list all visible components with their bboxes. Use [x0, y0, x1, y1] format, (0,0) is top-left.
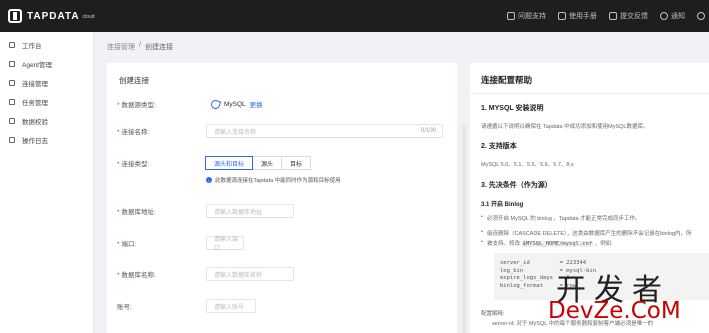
brand-name: TAPDATA [27, 10, 80, 22]
log-icon [9, 136, 15, 143]
breadcrumb-parent[interactable]: 连接管理 [107, 42, 135, 52]
conn-name-label: * 连接名称: [117, 129, 150, 136]
host-label: * 数据库地址: [117, 209, 156, 216]
manual-button[interactable]: 使用手册 [558, 11, 597, 21]
feedback-label: 提交反馈 [620, 13, 648, 20]
conn-type-row: * 连接类型: 源头和目标 源头 目标 [107, 156, 457, 170]
conn-type-note-text: 此数据源连接在Tapdata 中能同时作为源和目标使用 [215, 178, 341, 184]
dbname-input[interactable]: 请输入数据库名称 [206, 267, 294, 281]
help-support-label: 问题支持 [518, 13, 546, 20]
help-divider [470, 93, 709, 94]
question-icon [507, 12, 515, 20]
brand-logo[interactable]: TAPDATA cloud [8, 9, 95, 23]
info-icon: i [206, 177, 212, 183]
help-config-title: 配置解释: [481, 311, 505, 317]
host-placeholder: 请输入数据库地址 [214, 209, 263, 216]
help-versions-text: MySQL 5.0、5.1、5.5、5.6、5.7、8.x [481, 162, 574, 168]
tapdata-logo-icon [8, 9, 22, 23]
help-section-prereq: 3. 先决条件（作为源） [481, 182, 552, 189]
host-input[interactable]: 请输入数据库地址 [206, 204, 294, 218]
breadcrumb-separator: / [139, 42, 141, 49]
conn-name-input[interactable]: 请输入连接名称 0/100 [206, 124, 443, 138]
help-title: 连接配置帮助 [481, 75, 533, 85]
account-placeholder: 请输入账号 [214, 304, 245, 311]
manual-label: 使用手册 [569, 13, 597, 20]
sidebar-item-label: 工作台 [22, 42, 42, 50]
dbname-label: * 数据库名称: [117, 272, 156, 279]
help-bullet-cascade-cont: 被支持。修改 $MYSQL_HOME/mysql.cnf ，例如: [481, 239, 613, 247]
notification-button[interactable]: 通知 [660, 11, 685, 21]
dbname-placeholder: 请输入数据库名称 [214, 272, 263, 279]
sidebar-item-label: 操作日志 [22, 137, 48, 145]
account-row: 账号: 请输入账号 [107, 299, 457, 313]
conn-name-placeholder: 请输入连接名称 [214, 129, 257, 136]
task-icon [9, 98, 15, 105]
watermark-bottom: DevZe.CoM [548, 298, 681, 324]
dbname-row: * 数据库名称: 请输入数据库名称 [107, 267, 457, 281]
workbench-icon [9, 41, 15, 48]
feedback-button[interactable]: 提交反馈 [609, 11, 648, 21]
top-bar: TAPDATA cloud 问题支持 使用手册 提交反馈 通知 [0, 0, 709, 32]
bell-icon [660, 12, 668, 20]
sidebar-item-workbench[interactable]: 工作台 [0, 35, 93, 54]
conn-type-label: * 连接类型: [117, 161, 150, 168]
sidebar: 工作台 Agent管理 连接管理 任务管理 数据校验 操作日志 [0, 32, 94, 333]
conn-type-source-target[interactable]: 源头和目标 [205, 156, 254, 170]
sidebar-item-logs[interactable]: 操作日志 [0, 130, 93, 149]
account-label: 账号: [117, 304, 132, 311]
form-scrollbar[interactable] [462, 125, 466, 333]
conn-type-note: i 此数据源连接在Tapdata 中能同时作为源和目标使用 [206, 176, 341, 184]
feedback-icon [609, 12, 617, 20]
change-db-type-link[interactable]: 更换 [250, 99, 263, 109]
agent-icon [9, 60, 15, 67]
help-support-button[interactable]: 问题支持 [507, 11, 546, 21]
breadcrumb-current: 创建连接 [144, 44, 173, 51]
top-actions: 问题支持 使用手册 提交反馈 通知 [507, 0, 705, 32]
conn-type-target[interactable]: 目标 [281, 156, 312, 170]
notification-label: 通知 [671, 13, 685, 20]
mysql-conf-path: $MYSQL_HOME/mysql.cnf [521, 241, 594, 247]
help-section-install: 1. MYSQL 安装说明 [481, 105, 544, 112]
form-title: 创建连接 [119, 76, 149, 85]
mysql-dolphin-icon [210, 99, 220, 109]
sidebar-item-label: 数据校验 [22, 118, 48, 126]
sidebar-item-label: 连接管理 [22, 80, 48, 88]
brand-sup: cloud [82, 14, 95, 20]
port-label: * 端口: [117, 241, 137, 248]
account-input[interactable]: 请输入账号 [206, 299, 256, 313]
db-type-value: MySQL 更换 [210, 99, 263, 110]
validation-icon [9, 117, 15, 124]
user-menu-button[interactable] [697, 12, 705, 20]
create-connection-form: 创建连接 * 数据源类型: MySQL 更换 * 连接名称: 请输入连接名称 0/1… [107, 63, 457, 333]
db-type-name: MySQL [224, 100, 246, 108]
port-row: * 端口: 请输入端口 [107, 236, 457, 252]
conn-name-counter: 0/100 [420, 128, 436, 134]
port-input[interactable]: 请输入端口 [206, 236, 244, 252]
db-type-row: * 数据源类型: MySQL 更换 [107, 97, 457, 111]
sidebar-item-tasks[interactable]: 任务管理 [0, 92, 93, 111]
help-install-text: 请遵循以下说明以确保在 Tapdata 中成功添加和使用MySQL数据库。 [481, 124, 649, 130]
sidebar-item-connections[interactable]: 连接管理 [0, 73, 93, 92]
paper-plane-icon [558, 12, 566, 20]
sidebar-item-agent[interactable]: Agent管理 [0, 54, 93, 73]
port-placeholder: 请输入端口 [214, 237, 239, 252]
user-icon [697, 12, 705, 20]
conn-name-row: * 连接名称: 请输入连接名称 0/100 [107, 124, 457, 138]
help-bullet-binlog: 必须开启 MySQL 的 binlog ，Tapdata 才能正常完成同步工作。 [481, 214, 641, 222]
conn-type-source[interactable]: 源头 [252, 156, 283, 170]
watermark: 开发者 DevZe.CoM [548, 265, 709, 333]
help-section-versions: 2. 支持版本 [481, 143, 517, 150]
conn-type-selector: 源头和目标 源头 目标 [205, 156, 312, 170]
sidebar-item-validation[interactable]: 数据校验 [0, 111, 93, 130]
host-row: * 数据库地址: 请输入数据库地址 [107, 204, 457, 218]
connection-icon [9, 79, 15, 86]
sidebar-item-label: 任务管理 [22, 99, 48, 107]
help-bullet-cascade: 级连删除（CASCADE DELETE），这类由数据库产生的删除不会记录在bin… [481, 229, 691, 237]
help-subsection-binlog: 3.1 开启 Binlog [481, 202, 524, 208]
sidebar-item-label: Agent管理 [22, 61, 52, 69]
db-type-label: * 数据源类型: [117, 102, 156, 109]
breadcrumb: 连接管理 / 创建连接 [107, 42, 173, 52]
